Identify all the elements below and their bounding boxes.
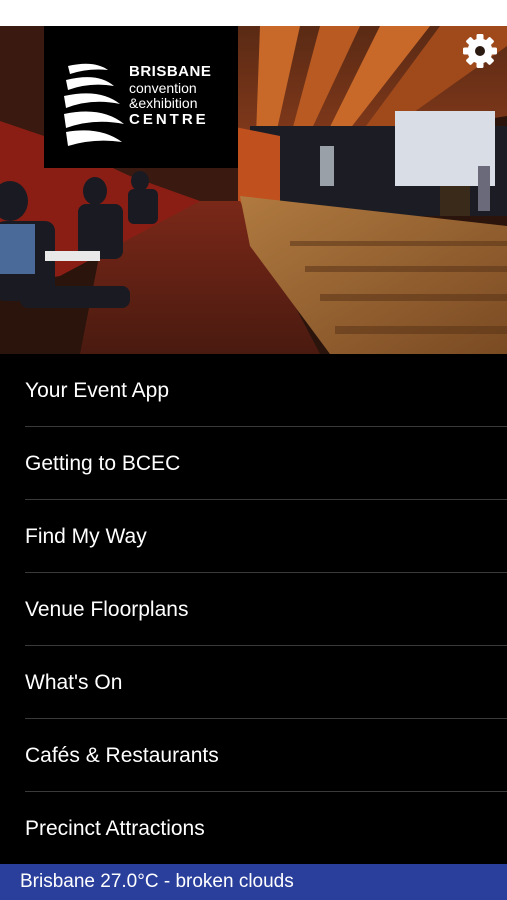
- menu-item-whats-on[interactable]: What's On: [0, 646, 507, 719]
- logo-convention: convention: [129, 80, 197, 96]
- bcec-logo: BRISBANE convention &exhibition CENTRE: [44, 26, 238, 168]
- menu-item-label: Cafés & Restaurants: [25, 744, 219, 767]
- weather-bar: Brisbane 27.0°C - broken clouds: [0, 864, 507, 900]
- menu-item-label: Getting to BCEC: [25, 452, 181, 475]
- menu-item-your-event-app[interactable]: Your Event App: [0, 354, 507, 427]
- menu-item-precinct-attractions[interactable]: Precinct Attractions: [0, 792, 507, 865]
- logo-wordmark: BRISBANE convention &exhibition CENTRE: [129, 64, 211, 127]
- menu-item-label: Your Event App: [25, 379, 170, 402]
- logo-brisbane: BRISBANE: [129, 63, 212, 80]
- menu-item-label: What's On: [25, 671, 123, 694]
- menu-item-cafes-restaurants[interactable]: Cafés & Restaurants: [0, 719, 507, 792]
- main-menu: Your Event App Getting to BCEC Find My W…: [0, 354, 507, 864]
- menu-item-getting-to-bcec[interactable]: Getting to BCEC: [0, 427, 507, 500]
- header-banner: BRISBANE convention &exhibition CENTRE: [0, 26, 507, 354]
- settings-button[interactable]: [461, 32, 499, 70]
- menu-item-find-my-way[interactable]: Find My Way: [0, 500, 507, 573]
- weather-text: Brisbane 27.0°C - broken clouds: [20, 871, 294, 892]
- logo-centre: CENTRE: [129, 111, 209, 128]
- status-bar: [0, 0, 507, 26]
- gear-icon: [463, 34, 497, 68]
- menu-item-label: Precinct Attractions: [25, 817, 205, 840]
- menu-item-label: Find My Way: [25, 525, 147, 548]
- menu-item-venue-floorplans[interactable]: Venue Floorplans: [0, 573, 507, 646]
- menu-item-label: Venue Floorplans: [25, 598, 189, 621]
- logo-wave-icon: [64, 63, 124, 146]
- logo-exhibition: &exhibition: [129, 95, 198, 111]
